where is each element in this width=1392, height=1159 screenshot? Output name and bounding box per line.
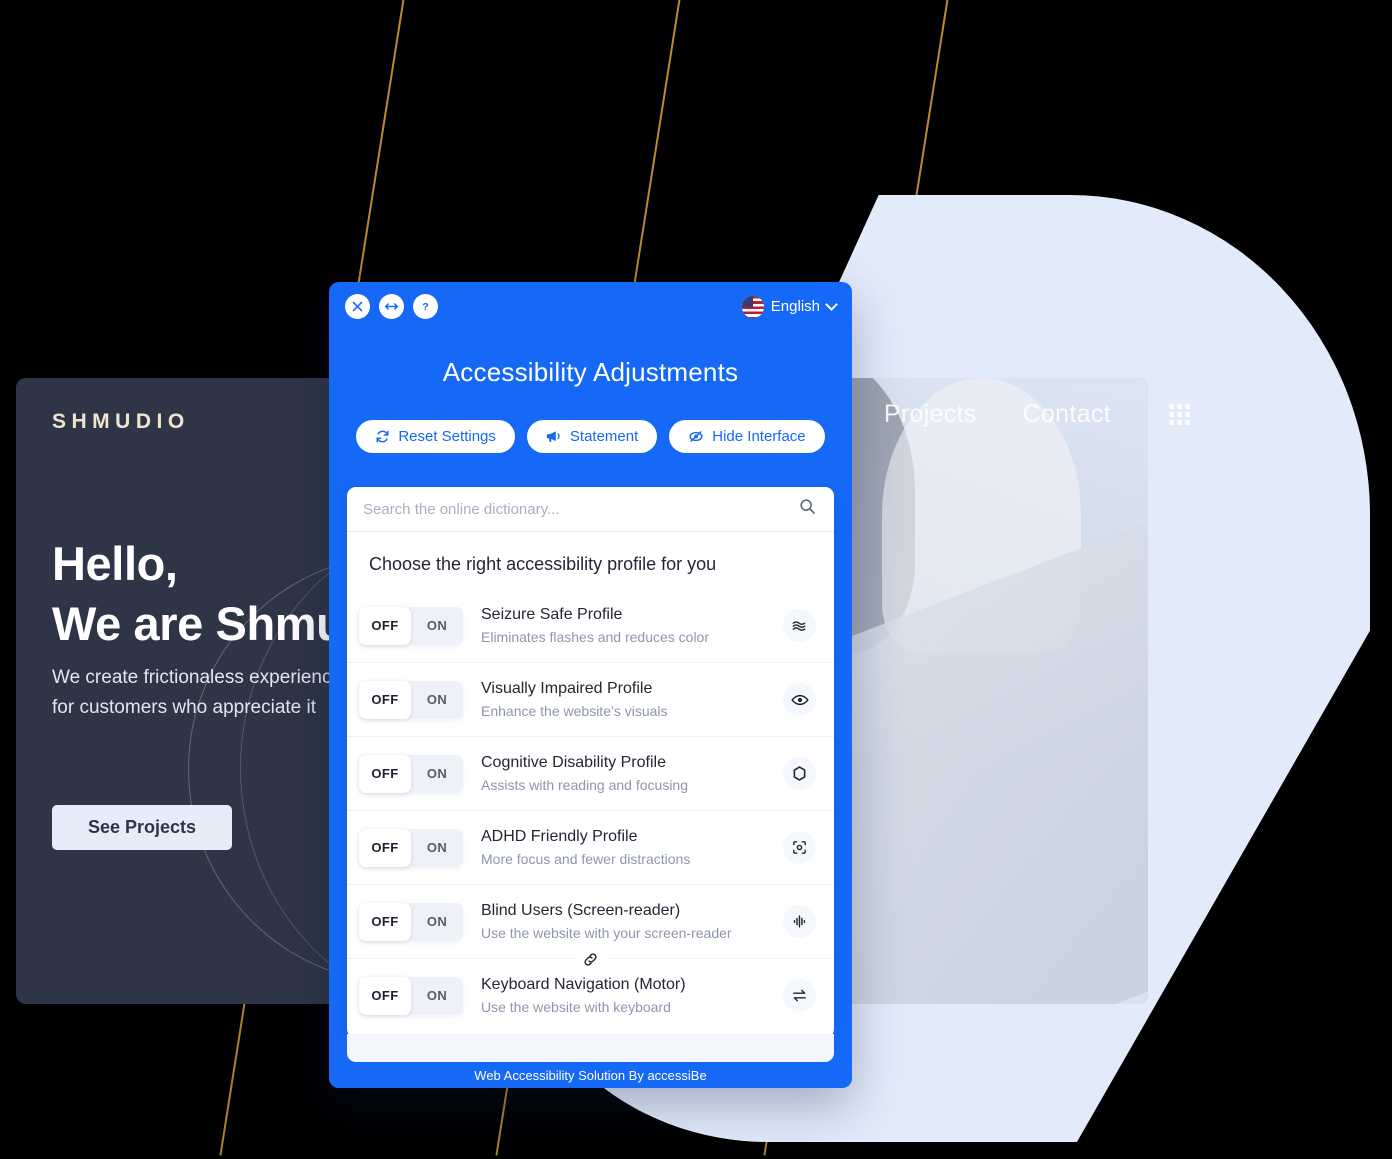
statement-label: Statement [569, 428, 639, 445]
language-label: English [770, 298, 820, 315]
subtitle-line-2: for customers who appreciate it [52, 697, 317, 719]
language-selector[interactable]: English [741, 295, 838, 318]
panel-footer: Web Accessibility Solution By accessiBe [329, 1062, 852, 1088]
toggle-visually-impaired[interactable]: OFF ON [359, 680, 463, 719]
profile-title: Visually Impaired Profile [481, 680, 653, 697]
search-input[interactable] [363, 500, 799, 518]
circle-icon [783, 757, 816, 790]
move-icon[interactable] [379, 294, 404, 319]
profile-description: More focus and fewer distractions [481, 851, 691, 867]
toggle-off-label[interactable]: OFF [359, 754, 411, 793]
reset-settings-label: Reset Settings [398, 428, 496, 445]
subtitle-line-1: We create frictionaless experiences [52, 667, 352, 688]
toggle-on-label[interactable]: ON [411, 829, 463, 867]
toggle-blind-users[interactable]: OFF ON [359, 902, 463, 941]
toggle-seizure-safe[interactable]: OFF ON [359, 606, 463, 645]
profile-description: Use the website with your screen-reader [481, 925, 732, 941]
toggle-on-label[interactable]: ON [411, 977, 463, 1015]
profile-text: Seizure Safe Profile Eliminates flashes … [481, 603, 783, 648]
panel-topbar: ? English [329, 282, 852, 319]
grid-menu-icon[interactable] [1168, 404, 1190, 425]
toggle-cognitive-disability[interactable]: OFF ON [359, 754, 463, 793]
chevron-down-icon [825, 298, 838, 311]
eye-icon [783, 683, 816, 716]
profile-title: Seizure Safe Profile [481, 606, 623, 623]
profile-title: Blind Users (Screen-reader) [481, 902, 681, 919]
toggle-off-label[interactable]: OFF [359, 902, 411, 941]
profile-description: Use the website with keyboard [481, 999, 671, 1015]
toggle-on-label[interactable]: ON [411, 755, 463, 793]
statement-button[interactable]: Statement [526, 420, 658, 453]
nav-item-projects[interactable]: Projects [884, 400, 977, 429]
card-bottom-fade [347, 1034, 834, 1062]
panel-header: ? English Accessibility Adjustments Rese… [329, 282, 852, 482]
hide-interface-label: Hide Interface [712, 428, 806, 445]
audio-waveform-icon [783, 905, 816, 938]
close-icon[interactable] [345, 294, 370, 319]
eye-slash-icon [688, 429, 704, 444]
profile-row-adhd-friendly[interactable]: OFF ON ADHD Friendly Profile More focus … [347, 810, 834, 884]
profile-row-seizure-safe[interactable]: OFF ON Seizure Safe Profile Eliminates f… [347, 589, 834, 662]
toggle-on-label[interactable]: ON [411, 607, 463, 645]
profile-text: Visually Impaired Profile Enhance the we… [481, 677, 783, 722]
toggle-off-label[interactable]: OFF [359, 828, 411, 867]
see-projects-button[interactable]: See Projects [52, 805, 232, 850]
toggle-off-label[interactable]: OFF [359, 606, 411, 645]
accessibility-panel: ? English Accessibility Adjustments Rese… [329, 282, 852, 1088]
profile-title: Cognitive Disability Profile [481, 754, 666, 771]
svg-text:?: ? [422, 301, 428, 313]
profile-text: Cognitive Disability Profile Assists wit… [481, 751, 783, 796]
profile-description: Assists with reading and focusing [481, 777, 688, 793]
profile-row-keyboard-navigation[interactable]: OFF ON Keyboard Navigation (Motor) Use t… [347, 948, 834, 1032]
hide-interface-button[interactable]: Hide Interface [669, 420, 825, 453]
profile-text: ADHD Friendly Profile More focus and few… [481, 825, 783, 870]
reset-settings-button[interactable]: Reset Settings [356, 420, 515, 453]
toggle-on-label[interactable]: ON [411, 681, 463, 719]
megaphone-icon [546, 429, 562, 444]
arrows-swap-icon [783, 979, 816, 1012]
profile-description: Enhance the website’s visuals [481, 703, 668, 719]
nav-item-contact[interactable]: Contact [1023, 400, 1111, 429]
panel-content-card: Choose the right accessibility profile f… [347, 487, 834, 1038]
us-flag-icon [741, 295, 764, 318]
refresh-icon [375, 429, 390, 444]
profile-description: Eliminates flashes and reduces color [481, 629, 710, 645]
profile-title: Keyboard Navigation (Motor) [481, 976, 686, 993]
profile-row-blind-users[interactable]: OFF ON Blind Users (Screen-reader) Use t… [347, 884, 834, 958]
search-icon[interactable] [799, 498, 816, 520]
panel-title: Accessibility Adjustments [442, 357, 739, 387]
profiles-heading: Choose the right accessibility profile f… [369, 554, 717, 574]
search-bar [347, 487, 834, 532]
profile-row-visually-impaired[interactable]: OFF ON Visually Impaired Profile Enhance… [347, 662, 834, 736]
hero-subtitle: We create frictionaless experiences for … [52, 663, 352, 724]
link-icon [573, 948, 608, 970]
site-logo: SHMUDIO [52, 410, 190, 433]
profile-text: Blind Users (Screen-reader) Use the webs… [481, 899, 783, 944]
waves-icon [783, 609, 816, 642]
profile-row-cognitive-disability[interactable]: OFF ON Cognitive Disability Profile Assi… [347, 736, 834, 810]
focus-brackets-icon [783, 831, 816, 864]
help-icon[interactable]: ? [413, 294, 438, 319]
toggle-off-label[interactable]: OFF [359, 680, 411, 719]
profiles-list: OFF ON Seizure Safe Profile Eliminates f… [347, 589, 834, 1038]
toggle-keyboard-navigation[interactable]: OFF ON [359, 976, 463, 1015]
toggle-adhd-friendly[interactable]: OFF ON [359, 828, 463, 867]
panel-window-controls: ? [345, 294, 438, 319]
profile-text: Keyboard Navigation (Motor) Use the webs… [481, 973, 783, 1018]
screenshot-root: SHMUDIO Hello, We are Shmudio We create … [0, 0, 1392, 1159]
panel-actions: Reset Settings Statement Hide Interface [329, 420, 852, 453]
profile-title: ADHD Friendly Profile [481, 828, 638, 845]
toggle-off-label[interactable]: OFF [359, 976, 411, 1015]
toggle-on-label[interactable]: ON [411, 903, 463, 941]
